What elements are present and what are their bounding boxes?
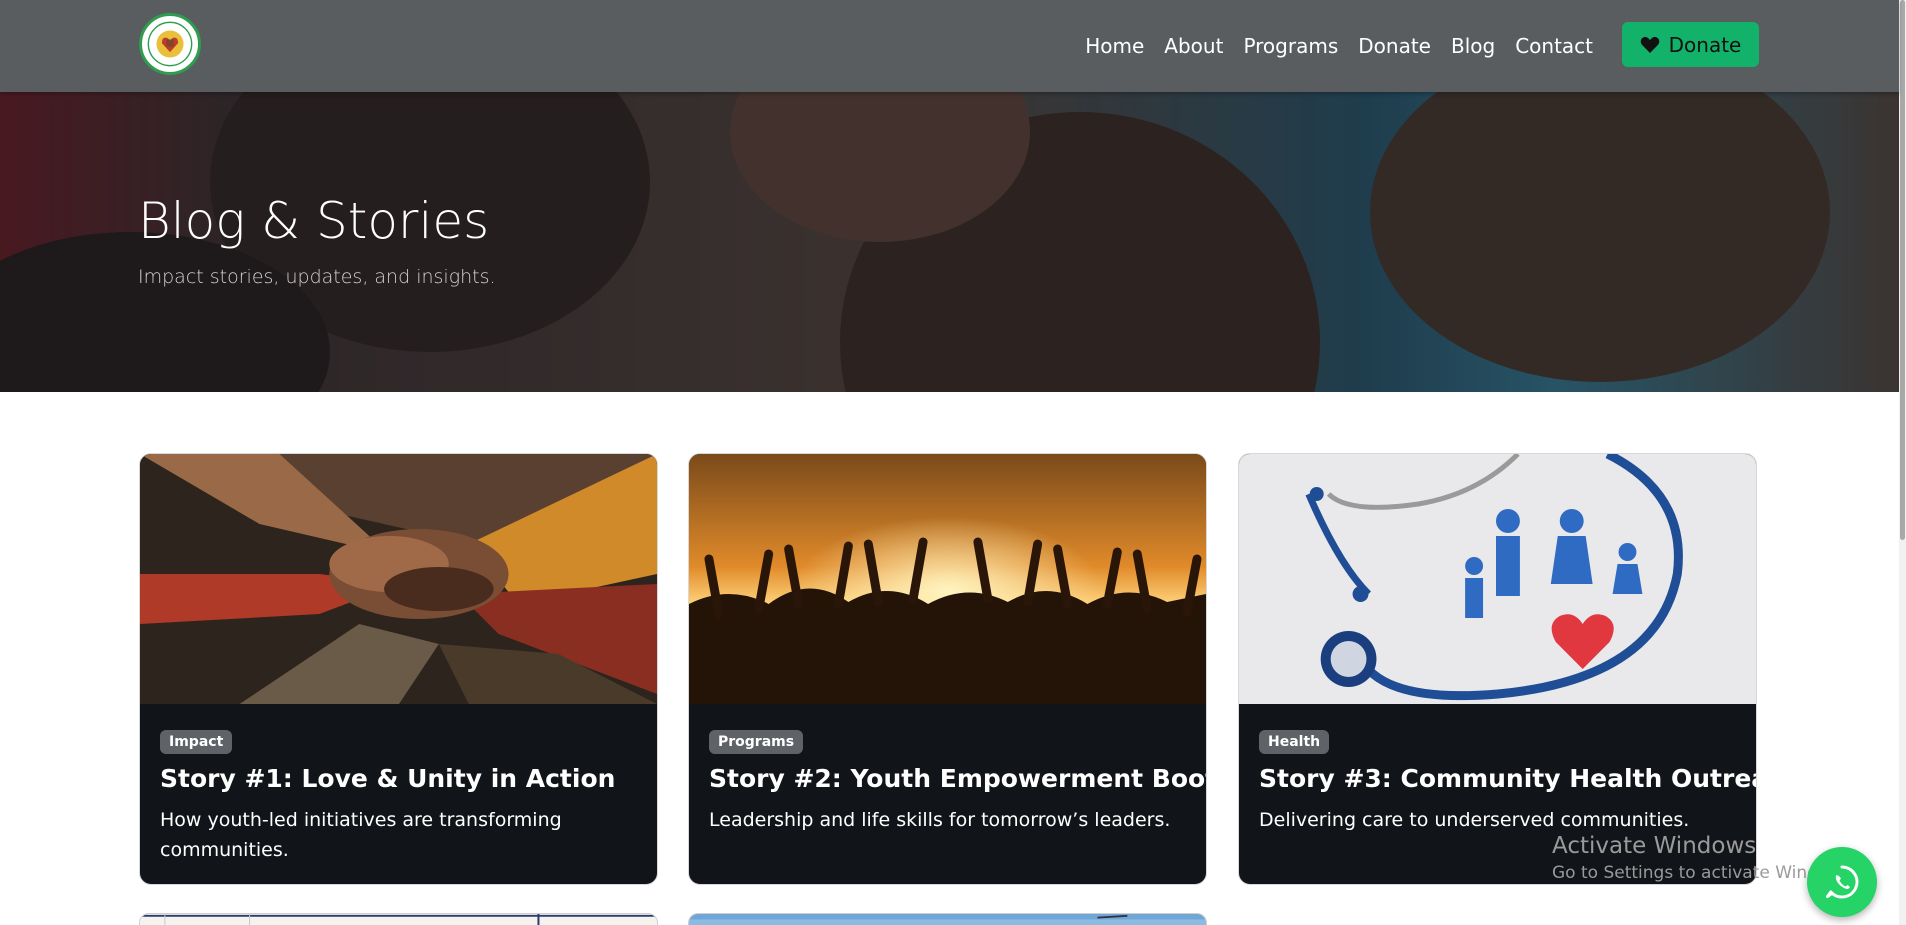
card-title[interactable]: Story #2: Youth Empowerment Bootcamp xyxy=(709,764,1206,793)
blog-card-4-peek[interactable] xyxy=(139,913,658,925)
nav-links: Home About Programs Donate Blog Contact xyxy=(1085,0,1593,92)
nav-link-blog[interactable]: Blog xyxy=(1451,34,1495,58)
whatsapp-icon xyxy=(1823,863,1861,901)
activate-windows-title: Activate Windows xyxy=(1552,833,1757,859)
card-description: Leadership and life skills for tomorrow’… xyxy=(709,809,1171,831)
hero: Blog & Stories Impact stories, updates, … xyxy=(0,92,1899,392)
card-title[interactable]: Story #1: Love & Unity in Action xyxy=(160,764,615,793)
whatsapp-button[interactable] xyxy=(1807,847,1877,917)
page-subtitle: Impact stories, updates, and insights. xyxy=(138,266,496,288)
nav-link-about[interactable]: About xyxy=(1164,34,1223,58)
card-badge: Impact xyxy=(160,730,233,754)
blog-card-5-peek[interactable] xyxy=(688,913,1207,925)
nav-link-contact[interactable]: Contact xyxy=(1515,34,1593,58)
nav-link-home[interactable]: Home xyxy=(1085,34,1144,58)
scrollbar-thumb[interactable] xyxy=(1900,0,1905,540)
navbar: Home About Programs Donate Blog Contact … xyxy=(0,0,1899,92)
donate-button-label: Donate xyxy=(1668,32,1742,57)
card-image-crowd xyxy=(689,454,1206,704)
card-description: Delivering care to underserved communiti… xyxy=(1259,809,1690,831)
card-image-hands xyxy=(140,454,657,704)
blog-card-2[interactable]: Programs Story #2: Youth Empowerment Boo… xyxy=(688,453,1207,885)
logo[interactable] xyxy=(139,13,201,75)
nav-link-programs[interactable]: Programs xyxy=(1243,34,1338,58)
card-title[interactable]: Story #3: Community Health Outreach xyxy=(1259,764,1756,793)
blog-card-1[interactable]: Impact Story #1: Love & Unity in Action … xyxy=(139,453,658,885)
donate-button[interactable]: Donate xyxy=(1622,22,1759,67)
card-badge: Programs xyxy=(709,730,804,754)
page-title: Blog & Stories xyxy=(138,192,490,250)
nav-link-donate[interactable]: Donate xyxy=(1358,34,1431,58)
card-badge: Health xyxy=(1259,730,1330,754)
page-scrollbar[interactable] xyxy=(1899,0,1906,925)
card-description: How youth-led initiatives are transformi… xyxy=(160,809,562,861)
heart-icon xyxy=(1640,36,1660,54)
card-image-stethoscope xyxy=(1239,454,1756,704)
blog-card-3[interactable]: Health Story #3: Community Health Outrea… xyxy=(1238,453,1757,885)
page: { "nav": { "links": ["Home", "About", "P… xyxy=(0,0,1906,925)
